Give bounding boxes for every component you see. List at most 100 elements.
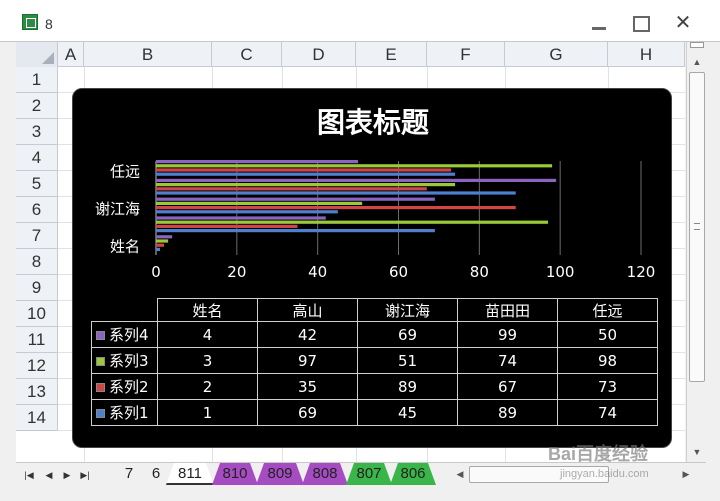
bar[interactable] [156, 220, 549, 224]
bar[interactable] [156, 197, 435, 201]
series-name: 系列2 [109, 378, 149, 396]
legend-key: 系列4 [91, 321, 158, 348]
row-header-8[interactable]: 8 [16, 249, 58, 275]
table-corner [91, 298, 158, 322]
scroll-down-icon[interactable]: ▼ [691, 446, 703, 458]
table-cell: 67 [457, 373, 558, 400]
y-tick-label: 姓名 [110, 238, 140, 256]
table-header-cell: 姓名 [157, 298, 258, 322]
bar[interactable] [156, 243, 165, 247]
row-header-11[interactable]: 11 [16, 327, 58, 353]
table-cell: 51 [357, 347, 458, 374]
next-sheet-icon[interactable]: ▶ [60, 467, 74, 483]
prev-sheet-icon[interactable]: ◀ [42, 467, 56, 483]
close-button[interactable]: ✕ [672, 13, 694, 33]
table-header-cell: 任远 [557, 298, 658, 322]
table-cell: 69 [357, 321, 458, 348]
column-header-c[interactable]: C [212, 42, 282, 67]
bar[interactable] [156, 172, 456, 176]
minimize-button[interactable] [588, 14, 610, 32]
row-header-14[interactable]: 14 [16, 405, 58, 431]
bar[interactable] [156, 183, 456, 187]
column-header-h[interactable]: H [608, 42, 685, 67]
bar[interactable] [156, 247, 161, 251]
bar[interactable] [156, 178, 557, 182]
column-header-g[interactable]: G [505, 42, 608, 67]
bar[interactable] [156, 216, 326, 220]
bar[interactable] [156, 235, 173, 239]
first-sheet-icon[interactable]: |◀ [22, 467, 36, 483]
sheet-tab-7[interactable]: 7 [114, 463, 144, 485]
last-sheet-icon[interactable]: ▶| [78, 467, 92, 483]
table-cell: 98 [557, 347, 658, 374]
row-header-12[interactable]: 12 [16, 353, 58, 379]
table-cell: 99 [457, 321, 558, 348]
sheet-tab-811[interactable]: 811 [166, 463, 214, 485]
row-header-1[interactable]: 1 [16, 67, 58, 93]
sheet-tab-807[interactable]: 807 [346, 463, 392, 485]
vertical-scrollbar[interactable]: ▲ ▼ [686, 42, 706, 462]
series-name: 系列3 [109, 352, 149, 370]
y-tick-label: 任远 [110, 162, 140, 180]
column-header-b[interactable]: B [84, 42, 212, 67]
table-cell: 50 [557, 321, 658, 348]
bar[interactable] [156, 239, 169, 243]
scroll-right-icon[interactable]: ▶ [679, 466, 693, 483]
row-header-4[interactable]: 4 [16, 145, 58, 171]
embedded-chart[interactable]: 图表标题 0 20 40 60 80 100 120 任远 谢江海 姓名 姓名 高山 谢江海 苗田田 任远… [72, 88, 672, 448]
sheet-tab-6[interactable]: 6 [142, 463, 170, 485]
bar[interactable] [156, 229, 435, 233]
table-cell: 73 [557, 373, 658, 400]
scroll-left-icon[interactable]: ◀ [453, 466, 467, 483]
row-header-10[interactable]: 10 [16, 301, 58, 327]
column-header-f[interactable]: F [427, 42, 505, 67]
x-tick-label: 80 [470, 263, 489, 281]
bar[interactable] [156, 191, 516, 195]
bar[interactable] [156, 160, 359, 164]
bar[interactable] [156, 187, 427, 191]
excel-icon [22, 14, 38, 30]
bar[interactable] [156, 168, 452, 172]
x-tick-label: 0 [151, 263, 161, 281]
row-header-2[interactable]: 2 [16, 93, 58, 119]
window-title: 8 [45, 16, 53, 32]
bar-plot-area[interactable]: 0 20 40 60 80 100 120 任远谢江海姓名 [73, 89, 673, 289]
sheet-tab-806[interactable]: 806 [390, 463, 436, 485]
bar[interactable] [156, 164, 553, 168]
column-header-a[interactable]: A [58, 42, 84, 67]
column-header-d[interactable]: D [282, 42, 356, 67]
bar[interactable] [156, 201, 363, 205]
watermark-url: jingyan.baidu.com [560, 468, 649, 480]
row-header-7[interactable]: 7 [16, 223, 58, 249]
table-header-cell: 高山 [257, 298, 358, 322]
row-header-13[interactable]: 13 [16, 379, 58, 405]
table-cell: 42 [257, 321, 358, 348]
scroll-up-icon[interactable]: ▲ [691, 56, 703, 68]
row-header-5[interactable]: 5 [16, 171, 58, 197]
maximize-button[interactable] [629, 14, 651, 32]
series-name: 系列4 [109, 326, 149, 344]
select-all-corner[interactable] [16, 42, 58, 67]
table-cell: 1 [157, 399, 258, 426]
table-cell: 74 [557, 399, 658, 426]
row-header-6[interactable]: 6 [16, 197, 58, 223]
bar[interactable] [156, 224, 298, 228]
sheet-tab-809[interactable]: 809 [256, 463, 304, 485]
legend-swatch-icon [96, 409, 105, 418]
sheet-tab-808[interactable]: 808 [302, 463, 348, 485]
sheet-tab-810[interactable]: 810 [212, 463, 258, 485]
x-tick-label: 20 [227, 263, 246, 281]
series-name: 系列1 [109, 404, 149, 422]
y-tick-label: 谢江海 [95, 200, 140, 218]
row-header-3[interactable]: 3 [16, 119, 58, 145]
bar[interactable] [156, 210, 338, 214]
x-tick-label: 40 [308, 263, 327, 281]
legend-swatch-icon [96, 331, 105, 340]
column-header-e[interactable]: E [356, 42, 427, 67]
title-bar: 8 ✕ [0, 0, 720, 42]
chart-data-table: 姓名 高山 谢江海 苗田田 任远 系列4 4 42 69 99 50 系列3 3 97 51 74 98 系列2… [91, 298, 658, 426]
vertical-scroll-thumb[interactable] [689, 72, 705, 382]
bar[interactable] [156, 206, 516, 210]
row-header-9[interactable]: 9 [16, 275, 58, 301]
split-handle[interactable] [690, 42, 704, 48]
